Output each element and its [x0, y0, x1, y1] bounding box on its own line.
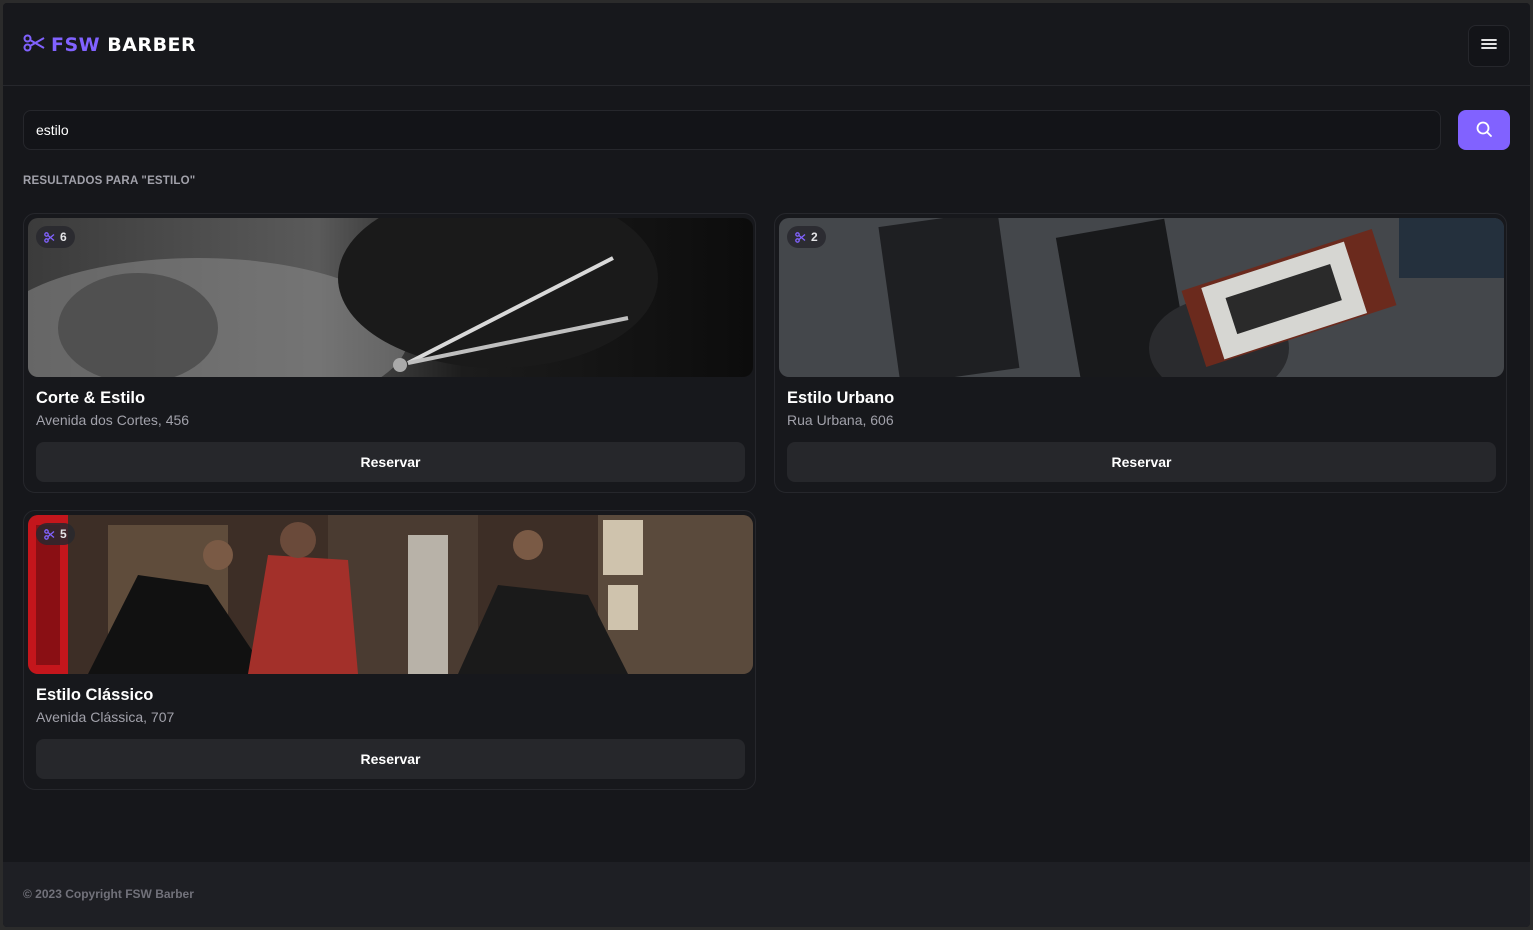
reserve-button[interactable]: Reservar	[36, 739, 745, 779]
scissors-icon	[795, 231, 806, 243]
rating-badge: 2	[787, 226, 826, 248]
scissors-icon	[44, 231, 55, 243]
barbershop-address: Avenida dos Cortes, 456	[36, 412, 190, 428]
rating-value: 5	[60, 527, 67, 541]
search-icon	[1475, 120, 1493, 141]
search-button[interactable]	[1458, 110, 1510, 150]
footer: © 2023 Copyright FSW Barber	[3, 862, 1530, 927]
rating-value: 6	[60, 230, 67, 244]
logo[interactable]: FSW BARBER	[23, 33, 196, 57]
scissors-logo-icon	[23, 34, 45, 57]
logo-fsw-text: FSW	[51, 33, 101, 56]
scissors-icon	[44, 528, 55, 540]
barbershop-card: 6 Corte & Estilo Avenida dos Cortes, 456…	[23, 213, 756, 493]
app-frame: FSW BARBER RESULTADOS P	[3, 3, 1530, 927]
logo-barber-text: BARBER	[107, 33, 197, 56]
barbershop-image: 2	[779, 218, 1504, 377]
rating-badge: 6	[36, 226, 75, 248]
menu-button[interactable]	[1468, 25, 1510, 67]
menu-icon	[1481, 37, 1497, 56]
rating-value: 2	[811, 230, 818, 244]
header: FSW BARBER	[3, 3, 1530, 86]
reserve-button[interactable]: Reservar	[36, 442, 745, 482]
barbershop-image: 6	[28, 218, 753, 377]
barbershop-card: 5 Estilo Clássico Avenida Clássica, 707 …	[23, 510, 756, 790]
barbershop-name: Estilo Urbano	[787, 389, 895, 407]
barbershop-name: Estilo Clássico	[36, 686, 154, 704]
barbershop-address: Rua Urbana, 606	[787, 412, 894, 428]
barbershop-address: Avenida Clássica, 707	[36, 709, 175, 725]
rating-badge: 5	[36, 523, 75, 545]
barbershop-image: 5	[28, 515, 753, 674]
copyright-text: © 2023 Copyright FSW Barber	[23, 887, 194, 901]
barbershop-name: Corte & Estilo	[36, 389, 146, 407]
barbershop-card: 2 Estilo Urbano Rua Urbana, 606 Reservar	[774, 213, 1507, 493]
reserve-button[interactable]: Reservar	[787, 442, 1496, 482]
results-heading: RESULTADOS PARA "ESTILO"	[23, 175, 196, 187]
search-input[interactable]	[23, 110, 1441, 150]
search-bar	[23, 110, 1510, 150]
